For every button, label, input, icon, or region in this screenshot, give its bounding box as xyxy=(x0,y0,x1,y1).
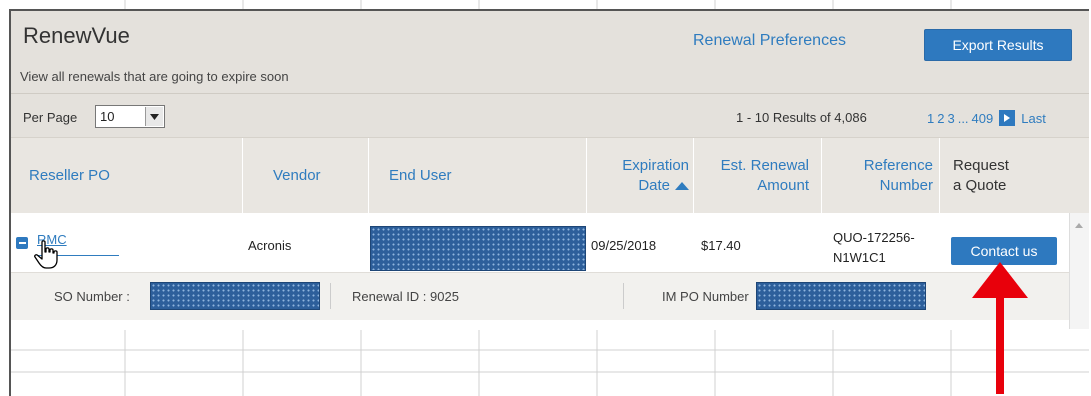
results-count: 1 - 10 Results of 4,086 xyxy=(736,110,867,125)
page-link-last-number[interactable]: 409 xyxy=(972,111,994,126)
contact-us-button[interactable]: Contact us xyxy=(951,237,1057,265)
column-reseller-po[interactable]: Reseller PO xyxy=(29,138,110,214)
column-divider xyxy=(586,138,587,214)
page-link-1[interactable]: 1 xyxy=(927,111,934,126)
reference-number-line1: QUO-172256- xyxy=(833,230,915,245)
column-expiration-line1: Expiration xyxy=(622,157,689,174)
column-divider xyxy=(368,138,369,214)
renewal-amount-cell: $17.40 xyxy=(701,238,741,253)
page-link-2[interactable]: 2 xyxy=(937,111,944,126)
vendor-cell: Acronis xyxy=(248,238,292,253)
next-page-icon[interactable] xyxy=(999,110,1016,126)
per-page-select[interactable]: 10 xyxy=(95,105,165,128)
export-results-button[interactable]: Export Results xyxy=(924,29,1072,61)
page-ellipsis: ... xyxy=(957,110,969,126)
per-page-value: 10 xyxy=(100,109,115,124)
detail-separator xyxy=(330,283,331,309)
renewal-preferences-link[interactable]: Renewal Preferences xyxy=(693,32,846,50)
column-expiration-line2: Date xyxy=(638,177,670,194)
reference-number-line2: N1W1C1 xyxy=(833,250,886,265)
column-request-quote: Request a Quote xyxy=(953,138,1009,214)
column-expiration-date[interactable]: Expiration Date xyxy=(591,138,689,214)
per-page-label: Per Page xyxy=(23,110,78,125)
app-subtitle: View all renewals that are going to expi… xyxy=(20,69,289,84)
table-controls: Per Page 10 1 - 10 Results of 4,086 1 2 … xyxy=(11,93,1089,138)
column-est-renewal-amount[interactable]: Est. Renewal Amount xyxy=(697,138,809,214)
row-detail: SO Number : Renewal ID : 9025 IM PO Numb… xyxy=(11,272,1069,320)
column-vendor[interactable]: Vendor xyxy=(273,138,321,214)
column-quote-line1: Request xyxy=(953,157,1009,174)
expiration-date-cell: 09/25/2018 xyxy=(591,238,657,253)
last-page-link[interactable]: Last xyxy=(1021,111,1046,126)
column-divider xyxy=(939,138,940,214)
collapse-row-icon[interactable] xyxy=(16,237,28,249)
vertical-scrollbar[interactable] xyxy=(1069,213,1089,329)
detail-separator xyxy=(623,283,624,309)
column-divider xyxy=(821,138,822,214)
im-po-number-redacted xyxy=(756,282,926,310)
column-header-row: Reseller PO Vendor End User Expiration D… xyxy=(11,137,1089,214)
panel-header: RenewVue View all renewals that are goin… xyxy=(11,11,1089,93)
so-number-redacted xyxy=(150,282,320,310)
renewvue-panel: RenewVue View all renewals that are goin… xyxy=(11,11,1089,329)
column-divider xyxy=(693,138,694,214)
column-renewal-line2: Amount xyxy=(757,177,809,194)
red-arrow-icon xyxy=(972,262,1028,394)
chevron-down-icon[interactable] xyxy=(145,107,163,126)
column-reference-line2: Number xyxy=(879,177,933,194)
column-renewal-line1: Est. Renewal xyxy=(720,157,809,174)
column-quote-line2: a Quote xyxy=(953,177,1007,194)
scroll-up-icon[interactable] xyxy=(1075,223,1083,228)
app-title: RenewVue xyxy=(23,23,130,48)
pagination: 1 2 3 ... 409 Last xyxy=(927,110,1046,126)
sort-ascending-icon xyxy=(675,182,689,191)
table-row: RMC Acronis 09/25/2018 $17.40 QUO-172256… xyxy=(11,213,1089,272)
end-user-redacted xyxy=(370,226,586,271)
reference-number-cell: QUO-172256- N1W1C1 xyxy=(833,228,915,268)
renewal-id: Renewal ID : 9025 xyxy=(352,289,459,304)
page-link-3[interactable]: 3 xyxy=(947,111,954,126)
im-po-number-label: IM PO Number xyxy=(662,289,749,304)
column-reference-line1: Reference xyxy=(863,157,933,174)
hand-cursor-icon xyxy=(34,240,58,269)
column-end-user[interactable]: End User xyxy=(389,138,452,214)
so-number-label: SO Number : xyxy=(54,289,130,304)
column-reference-number[interactable]: Reference Number xyxy=(825,138,933,214)
column-divider xyxy=(242,138,243,214)
